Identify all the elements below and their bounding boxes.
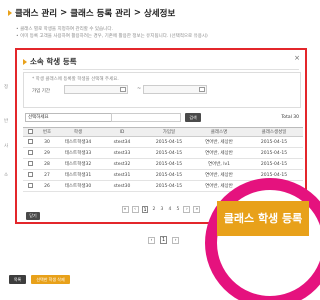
first-page-button[interactable]: « <box>121 206 129 213</box>
table-row[interactable]: 28 테스트학생32 stest32 2015-04-15 연어반, lv1 2… <box>23 158 303 170</box>
start-date-input[interactable] <box>64 85 128 94</box>
divider <box>23 69 299 70</box>
column-header: ID <box>99 127 145 137</box>
page-link[interactable]: 4 <box>167 206 172 213</box>
cell-id: stest31 <box>99 169 145 181</box>
row-checkbox[interactable] <box>27 172 33 177</box>
bg-label: 사 <box>4 144 9 149</box>
cell-joined: 2015-04-15 <box>145 180 193 192</box>
period-separator: ~ <box>137 86 142 92</box>
cell-created: 2015-04-15 <box>245 158 303 170</box>
prev-page-button[interactable]: ‹ <box>131 206 139 213</box>
cell-joined: 2015-04-15 <box>145 158 193 170</box>
cell-id: stest32 <box>99 158 145 170</box>
title-bullet-icon <box>23 58 27 65</box>
cell-class: 연어반, lv1 <box>193 158 245 170</box>
modal-title-text: 소속 학생 등록 <box>30 57 77 66</box>
breadcrumb: 클래스 관리 > 클래스 등록 관리 > 상세정보 <box>8 7 175 19</box>
delete-selected-button[interactable]: 선택한 학생 삭제 <box>31 275 70 284</box>
cell-name: 테스트학생31 <box>57 169 99 181</box>
close-icon[interactable]: × <box>293 54 301 62</box>
calendar-icon[interactable] <box>120 87 126 92</box>
page-pagination: ‹ 1 › <box>148 236 180 244</box>
breadcrumb-detail: 상세정보 <box>143 9 176 19</box>
column-header: 가입일 <box>145 127 193 137</box>
modal-close-button[interactable]: 닫기 <box>26 212 40 220</box>
cell-no: 29 <box>37 147 57 159</box>
cell-no: 26 <box>37 180 57 192</box>
total-count: Total 30 <box>281 115 299 120</box>
cell-joined: 2015-04-15 <box>145 169 193 181</box>
next-page-button[interactable]: › <box>172 236 180 244</box>
calendar-icon[interactable] <box>199 87 205 92</box>
next-page-button[interactable]: › <box>183 206 191 213</box>
modal-title: 소속 학생 등록 <box>23 56 77 67</box>
row-checkbox[interactable] <box>27 150 33 155</box>
cell-created: 2015-04-15 <box>245 147 303 159</box>
cell-id: stest33 <box>99 147 145 159</box>
page-link-current[interactable]: 1 <box>141 206 149 213</box>
cell-name: 테스트학생33 <box>57 147 99 159</box>
bg-label: 반 <box>4 119 9 124</box>
page-note: • 클래스 별로 학생을 지정하여 관리할 수 있습니다. <box>16 27 113 32</box>
cell-no: 30 <box>37 136 57 148</box>
row-checkbox[interactable] <box>27 161 33 166</box>
page-link[interactable]: 3 <box>159 206 164 213</box>
search-button[interactable]: 검색 <box>185 113 201 122</box>
breadcrumb-class-register[interactable]: 클래스 등록 관리 <box>70 7 131 19</box>
table-row[interactable]: 29 테스트학생33 stest33 2015-04-15 연어반, 세상반 2… <box>23 147 303 159</box>
cell-name: 테스트학생30 <box>57 180 99 192</box>
row-checkbox[interactable] <box>27 139 33 144</box>
page-note: • 이미 등록 고객을 사용하여 활용하려는 경우, 기존에 활용한 정보는 유… <box>16 34 208 39</box>
page-link[interactable]: 2 <box>151 206 156 213</box>
cell-class: 연어반, 세상반 <box>193 136 245 148</box>
cell-id: stest30 <box>99 180 145 192</box>
cell-class: 연어반, 세상반 <box>193 147 245 159</box>
bg-label: 소 <box>4 173 9 178</box>
search-input[interactable] <box>111 113 181 122</box>
cell-joined: 2015-04-15 <box>145 147 193 159</box>
table-header-row: 번호 학생 ID 가입일 클래스명 클래스생성일 <box>23 127 303 137</box>
end-date-input[interactable] <box>143 85 207 94</box>
breadcrumb-class-mgmt[interactable]: 클래스 관리 <box>15 7 57 19</box>
cell-no: 27 <box>37 169 57 181</box>
column-header: 번호 <box>37 127 57 137</box>
cell-no: 28 <box>37 158 57 170</box>
column-select-all[interactable] <box>23 127 37 137</box>
cell-id: stest34 <box>99 136 145 148</box>
register-students-button[interactable]: 클래스 학생 등록 <box>217 201 309 236</box>
cell-created: 2015-04-15 <box>245 136 303 148</box>
cell-joined: 2015-04-15 <box>145 136 193 148</box>
period-label: 가입 기간 <box>32 89 50 94</box>
page-link-current[interactable]: 1 <box>160 236 168 244</box>
prev-page-button[interactable]: ‹ <box>148 236 155 244</box>
select-value: 선택하세요 <box>28 115 49 120</box>
last-page-button[interactable]: » <box>193 206 201 213</box>
column-header: 클래스명 <box>193 127 245 137</box>
filter-panel: * 학생 클래스에 등록할 학생을 선택해 주세요. 가입 기간 ~ <box>23 72 301 108</box>
title-bullet-icon <box>8 10 12 16</box>
row-checkbox[interactable] <box>27 183 33 188</box>
page-link[interactable]: 5 <box>175 206 180 213</box>
cell-name: 테스트학생32 <box>57 158 99 170</box>
breadcrumb-separator: > <box>133 8 141 18</box>
select-all-checkbox[interactable] <box>27 129 33 134</box>
column-header: 클래스생성일 <box>245 127 303 137</box>
page-notes: • 클래스 별로 학생을 지정하여 관리할 수 있습니다. • 이미 등록 고객… <box>16 26 306 40</box>
list-button[interactable]: 목록 <box>9 275 26 284</box>
cell-class: 연어반, 세상반 <box>193 169 245 181</box>
table-row[interactable]: 30 테스트학생34 stest34 2015-04-15 연어반, 세상반 2… <box>23 136 303 148</box>
column-header: 학생 <box>57 127 99 137</box>
bg-label: 정 <box>4 85 9 90</box>
cell-name: 테스트학생34 <box>57 136 99 148</box>
filter-hint: * 학생 클래스에 등록할 학생을 선택해 주세요. <box>32 77 119 82</box>
breadcrumb-separator: > <box>60 8 68 18</box>
